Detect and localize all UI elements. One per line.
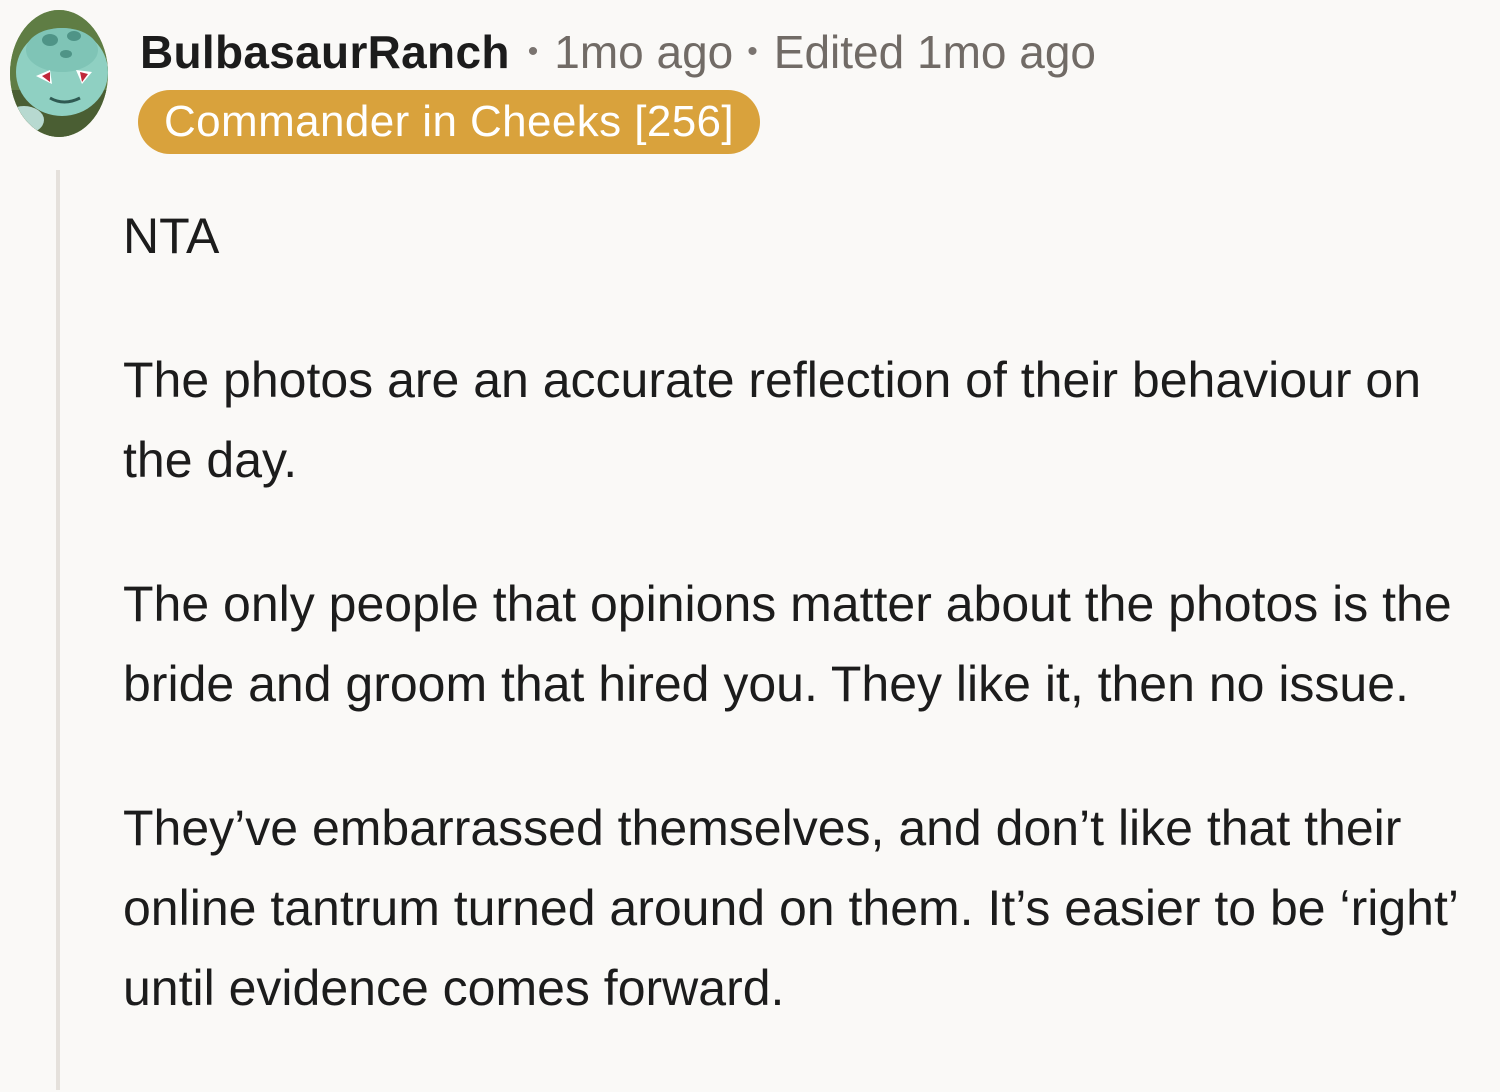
avatar[interactable] — [10, 10, 108, 137]
comment-paragraph: They’ve embarrassed themselves, and don’… — [123, 800, 1458, 1016]
comment-body: NTA The photos are an accurate reflectio… — [123, 196, 1493, 1092]
edited-label: Edited 1mo ago — [773, 26, 1097, 78]
username-link[interactable]: BulbasaurRanch — [140, 25, 510, 79]
comment-header: BulbasaurRanch • 1mo ago • Edited 1mo ag… — [140, 22, 1096, 82]
separator-dot: • — [527, 35, 539, 68]
timestamp[interactable]: 1mo ago — [554, 25, 733, 79]
comment-paragraph: The only people that opinions matter abo… — [123, 576, 1452, 712]
bulbasaur-avatar-icon — [10, 10, 108, 137]
separator-dot: • — [747, 35, 758, 68]
comment-paragraph: The photos are an accurate reflection of… — [123, 352, 1422, 488]
thread-line[interactable] — [56, 170, 60, 1090]
comment-paragraph: NTA — [123, 208, 220, 264]
user-flair-badge: Commander in Cheeks [256] — [138, 90, 761, 154]
